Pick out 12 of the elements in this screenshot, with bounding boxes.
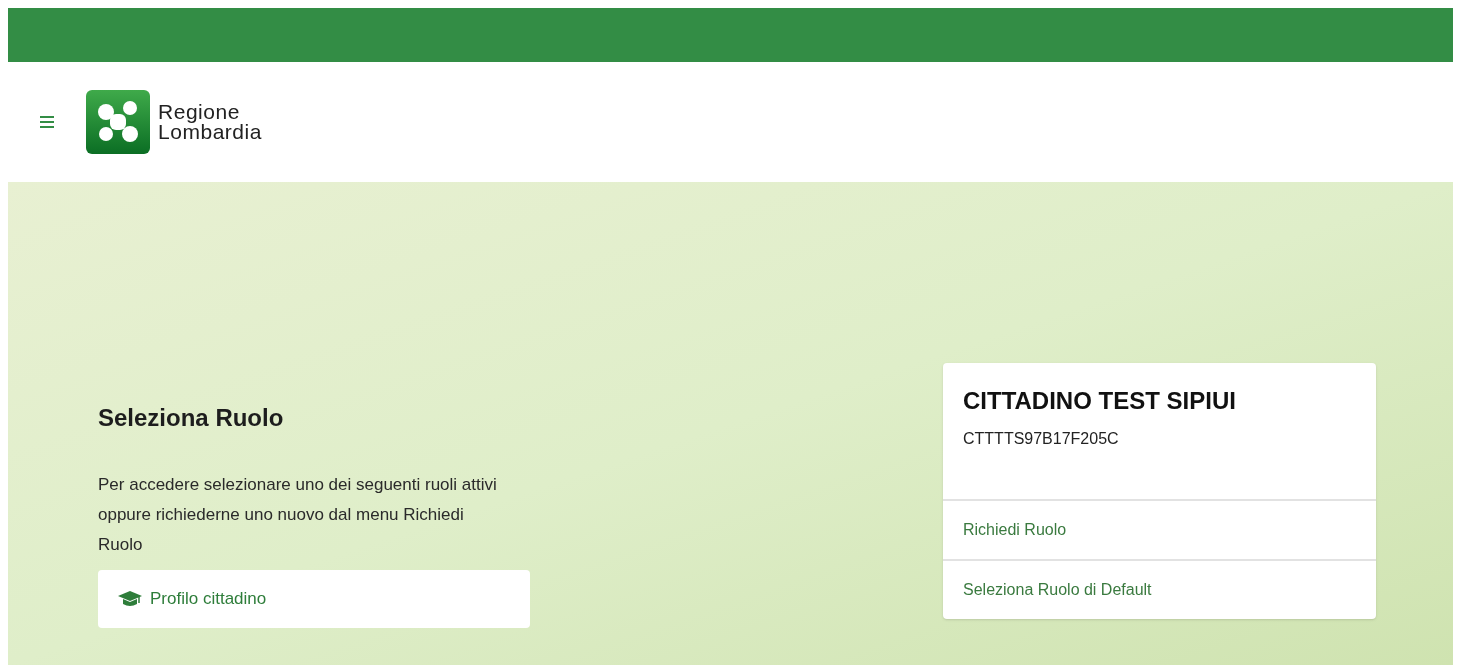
page-title: Seleziona Ruolo: [98, 403, 285, 433]
graduation-cap-icon: [118, 591, 142, 607]
role-item[interactable]: Profilo cittadino: [98, 570, 530, 628]
menu-link[interactable]: Seleziona Ruolo di Default: [943, 559, 1376, 619]
menu-icon[interactable]: [40, 116, 54, 128]
user-name: CITTADINO TEST SIPIUI: [963, 386, 1237, 416]
logo-text: Lombardia: [158, 122, 262, 142]
fiscal-code: CTTTTS97B17F205C: [963, 429, 1120, 449]
description-text: Per accedere selezionare uno dei seguenti ruoli attivi oppure richiederne uno nuovo dal menu Richiedi Ruolo: [98, 474, 498, 556]
logo-icon: [86, 90, 150, 154]
menu-link[interactable]: Richiedi Ruolo: [943, 499, 1376, 559]
logo-text: Regione: [158, 102, 241, 122]
